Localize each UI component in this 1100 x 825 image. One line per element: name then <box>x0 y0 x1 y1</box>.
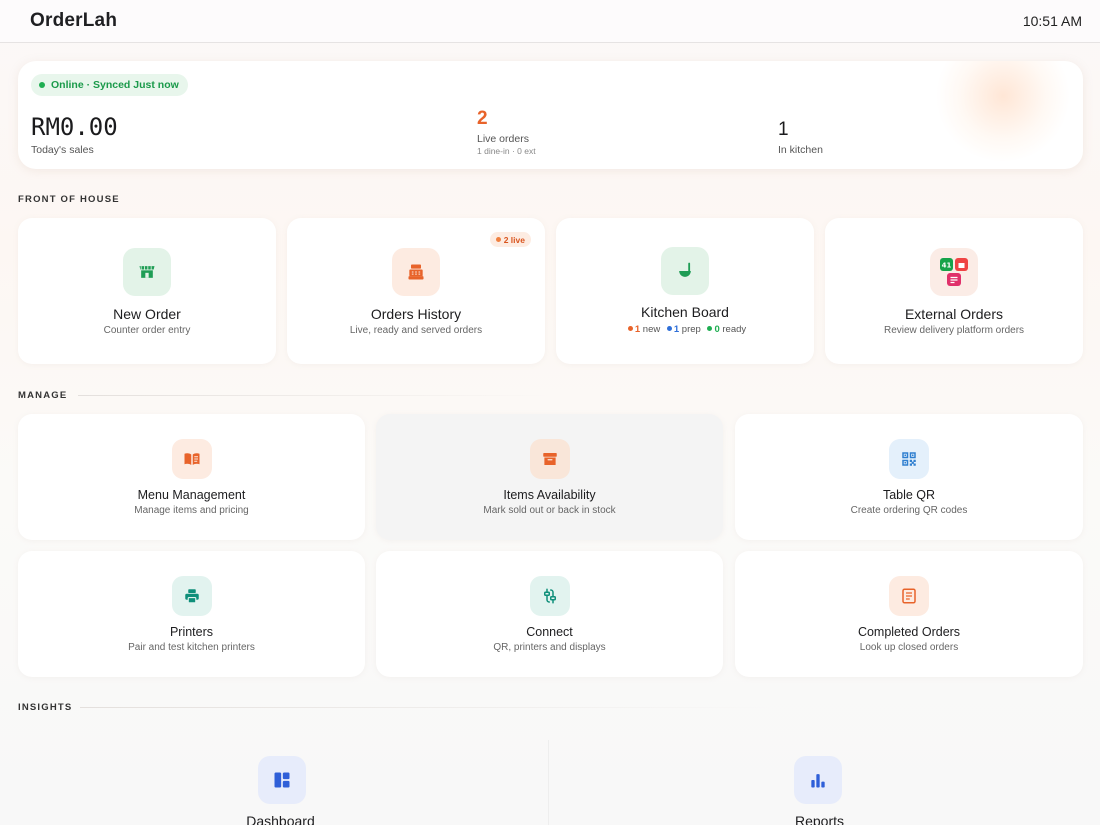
new-order-title: New Order <box>113 306 181 322</box>
connect-subtitle: QR, printers and displays <box>493 642 606 653</box>
items-availability-card[interactable]: Items Availability Mark sold out or back… <box>376 414 723 540</box>
archive-box-icon <box>530 439 570 479</box>
dashboard-card[interactable]: Dashboard <box>18 730 543 825</box>
prep-dot-icon <box>666 326 672 331</box>
completed-orders-title: Completed Orders <box>857 625 961 639</box>
kitchen-board-card[interactable]: Kitchen Board 1 new 1 prep 0 ready <box>556 218 814 364</box>
summary-card: Online · Synced Just now RM0.00 Today's … <box>18 61 1083 169</box>
external-orders-subtitle: Review delivery platform orders <box>883 325 1025 336</box>
sync-status-badge: Online · Synced Just now <box>31 74 188 96</box>
menu-management-subtitle: Manage items and pricing <box>134 505 249 516</box>
live-orders-breakdown: 1 dine-in · 0 ext <box>477 146 536 156</box>
connect-card[interactable]: Connect QR, printers and displays <box>376 551 723 677</box>
kitchen-board-stats: 1 new 1 prep 0 ready <box>556 324 814 335</box>
app-title: OrderLah <box>30 10 118 31</box>
connect-title: Connect <box>526 625 573 639</box>
completed-orders-card[interactable]: Completed Orders Look up closed orders <box>735 551 1083 677</box>
receipt-icon <box>889 576 929 616</box>
reports-title: Reports <box>794 813 845 825</box>
new-dot-icon <box>627 326 633 331</box>
bar-chart-icon <box>794 756 842 804</box>
new-label: new <box>642 324 661 335</box>
printers-subtitle: Pair and test kitchen printers <box>128 642 255 653</box>
menu-management-title: Menu Management <box>137 488 246 502</box>
qr-code-icon <box>889 439 929 479</box>
prep-count: 1 <box>673 324 680 335</box>
reports-card[interactable]: Reports <box>556 730 1083 825</box>
prep-label: prep <box>681 324 701 335</box>
printers-title: Printers <box>169 625 214 639</box>
items-availability-title: Items Availability <box>503 488 596 502</box>
sync-status-text: Online · Synced Just now <box>51 79 179 91</box>
insights-divider <box>548 740 549 825</box>
table-qr-card[interactable]: Table QR Create ordering QR codes <box>735 414 1083 540</box>
storefront-icon <box>123 248 171 296</box>
new-order-card[interactable]: New Order Counter order entry <box>18 218 276 364</box>
ready-label: ready <box>722 324 747 335</box>
section-divider <box>80 707 770 708</box>
live-orders-label: Live orders <box>477 133 529 145</box>
new-order-subtitle: Counter order entry <box>103 325 191 336</box>
external-orders-title: External Orders <box>904 306 1004 322</box>
items-availability-subtitle: Mark sold out or back in stock <box>483 505 616 516</box>
todays-sales-label: Today's sales <box>31 144 94 156</box>
orders-history-subtitle: Live, ready and served orders <box>349 325 483 336</box>
cash-register-icon <box>392 248 440 296</box>
section-manage: MANAGE <box>18 390 68 401</box>
ready-count: 0 <box>714 324 720 335</box>
orders-history-title: Orders History <box>370 306 462 322</box>
todays-sales-value: RM0.00 <box>31 113 118 141</box>
menu-management-card[interactable]: Menu Management Manage items and pricing <box>18 414 365 540</box>
printer-icon <box>172 576 212 616</box>
top-bar: OrderLah 10:51 AM <box>0 0 1100 43</box>
dashboard-icon <box>258 756 306 804</box>
orders-history-card[interactable]: 2 live Orders History Live, ready and se… <box>287 218 545 364</box>
dashboard-title: Dashboard <box>246 813 315 825</box>
in-kitchen-value: 1 <box>778 119 789 140</box>
external-orders-card[interactable]: 41 External Orders Review delivery platf… <box>825 218 1083 364</box>
live-orders-value: 2 <box>477 108 488 129</box>
new-count: 1 <box>634 324 641 335</box>
live-dot-icon <box>495 237 501 242</box>
in-kitchen-label: In kitchen <box>778 144 823 156</box>
kitchen-board-title: Kitchen Board <box>641 304 729 320</box>
section-insights: INSIGHTS <box>18 702 73 713</box>
menu-book-icon <box>172 439 212 479</box>
delivery-apps-icon: 41 <box>930 248 978 296</box>
online-dot-icon <box>39 82 45 88</box>
svg-text:41: 41 <box>942 262 952 270</box>
table-qr-title: Table QR <box>882 488 936 502</box>
printers-card[interactable]: Printers Pair and test kitchen printers <box>18 551 365 677</box>
live-count-badge: 2 live <box>489 232 531 247</box>
section-front-of-house: FRONT OF HOUSE <box>18 194 120 205</box>
clock: 10:51 AM <box>1022 13 1082 29</box>
section-divider <box>78 395 548 396</box>
live-count-text: 2 live <box>503 234 525 245</box>
ready-dot-icon <box>707 326 713 331</box>
ladle-icon <box>661 247 709 295</box>
table-qr-subtitle: Create ordering QR codes <box>850 505 968 516</box>
connect-icon <box>530 576 570 616</box>
completed-orders-subtitle: Look up closed orders <box>859 642 959 653</box>
